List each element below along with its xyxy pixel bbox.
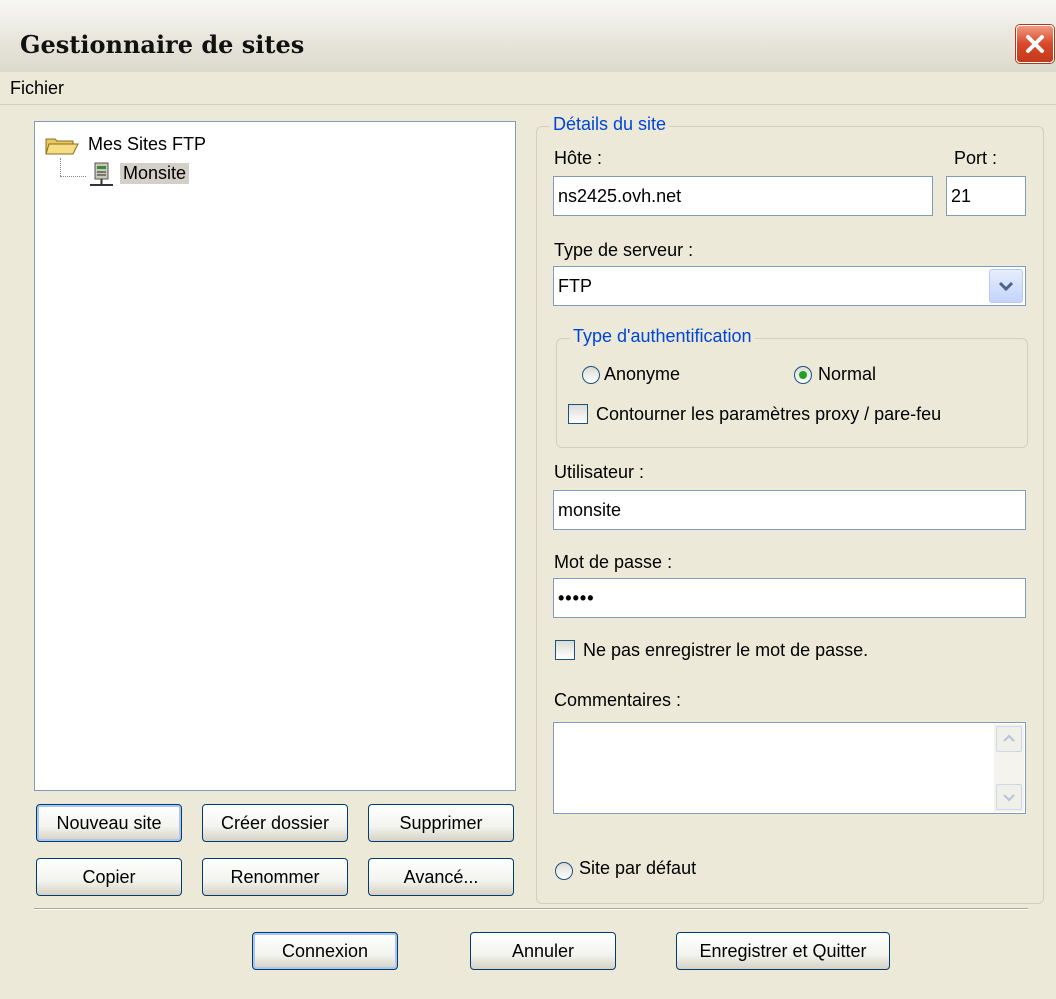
server-type-select[interactable]: FTP: [553, 266, 1026, 306]
default-site-radio[interactable]: [555, 862, 573, 880]
password-label: Mot de passe :: [554, 552, 673, 572]
bypass-proxy-label[interactable]: Contourner les paramètres proxy / pare-f…: [596, 404, 941, 425]
chevron-up-icon: [1003, 734, 1015, 742]
chevron-down-icon: [998, 281, 1014, 292]
server-type-label: Type de serveur :: [554, 240, 694, 260]
site-tree[interactable]: Mes Sites FTP Monsite: [34, 121, 516, 791]
port-input[interactable]: 21: [946, 176, 1026, 216]
advanced-button[interactable]: Avancé...: [368, 858, 514, 896]
scroll-up-button[interactable]: [996, 726, 1022, 752]
cancel-button[interactable]: Annuler: [470, 932, 616, 970]
tree-item-label: Monsite: [120, 163, 190, 184]
default-site-label[interactable]: Site par défaut: [579, 858, 696, 879]
menu-bar: Fichier: [0, 72, 1056, 105]
user-input[interactable]: monsite: [553, 490, 1026, 530]
menu-fichier[interactable]: Fichier: [10, 78, 64, 99]
radio-selected-dot: [799, 371, 807, 379]
server-icon: [90, 162, 113, 186]
user-label: Utilisateur :: [554, 462, 645, 482]
dropdown-button[interactable]: [989, 269, 1023, 303]
site-manager-window: Gestionnaire de sites Fichier Mes Sites …: [0, 0, 1056, 999]
tree-connector: [60, 176, 86, 177]
folder-open-icon: [45, 138, 79, 155]
tree-connector: [60, 158, 61, 176]
server-type-value: FTP: [558, 276, 592, 296]
normal-radio[interactable]: [794, 366, 812, 384]
create-folder-button[interactable]: Créer dossier: [202, 804, 348, 842]
auth-type-group: [556, 338, 1028, 448]
window-title: Gestionnaire de sites: [20, 30, 305, 59]
port-label: Port :: [954, 148, 998, 168]
tree-root-label: Mes Sites FTP: [88, 134, 207, 154]
anonymous-radio[interactable]: [582, 366, 600, 384]
copy-button[interactable]: Copier: [36, 858, 182, 896]
close-button[interactable]: [1016, 25, 1054, 63]
comments-label: Commentaires :: [554, 690, 682, 710]
new-site-button[interactable]: Nouveau site: [36, 804, 182, 842]
connect-button[interactable]: Connexion: [252, 932, 398, 970]
normal-label[interactable]: Normal: [818, 364, 876, 385]
site-details-legend: Détails du site: [550, 114, 670, 135]
chevron-down-icon: [1003, 794, 1015, 802]
anonymous-label[interactable]: Anonyme: [604, 364, 680, 385]
host-label: Hôte :: [554, 148, 603, 168]
auth-type-legend: Type d'authentification: [570, 326, 755, 347]
comments-scrollbar[interactable]: [994, 724, 1024, 812]
bypass-proxy-checkbox[interactable]: [568, 404, 588, 424]
dont-save-password-checkbox[interactable]: [555, 640, 575, 660]
divider: [34, 908, 1028, 910]
password-input[interactable]: •••••: [553, 578, 1026, 618]
comments-textarea[interactable]: [553, 722, 1026, 814]
title-bar[interactable]: Gestionnaire de sites: [0, 0, 1056, 73]
delete-button[interactable]: Supprimer: [368, 804, 514, 842]
close-icon: [1026, 35, 1044, 53]
rename-button[interactable]: Renommer: [202, 858, 348, 896]
scroll-down-button[interactable]: [996, 784, 1022, 810]
dont-save-password-label[interactable]: Ne pas enregistrer le mot de passe.: [583, 640, 868, 661]
host-input[interactable]: ns2425.ovh.net: [553, 176, 933, 216]
save-and-quit-button[interactable]: Enregistrer et Quitter: [676, 932, 890, 970]
